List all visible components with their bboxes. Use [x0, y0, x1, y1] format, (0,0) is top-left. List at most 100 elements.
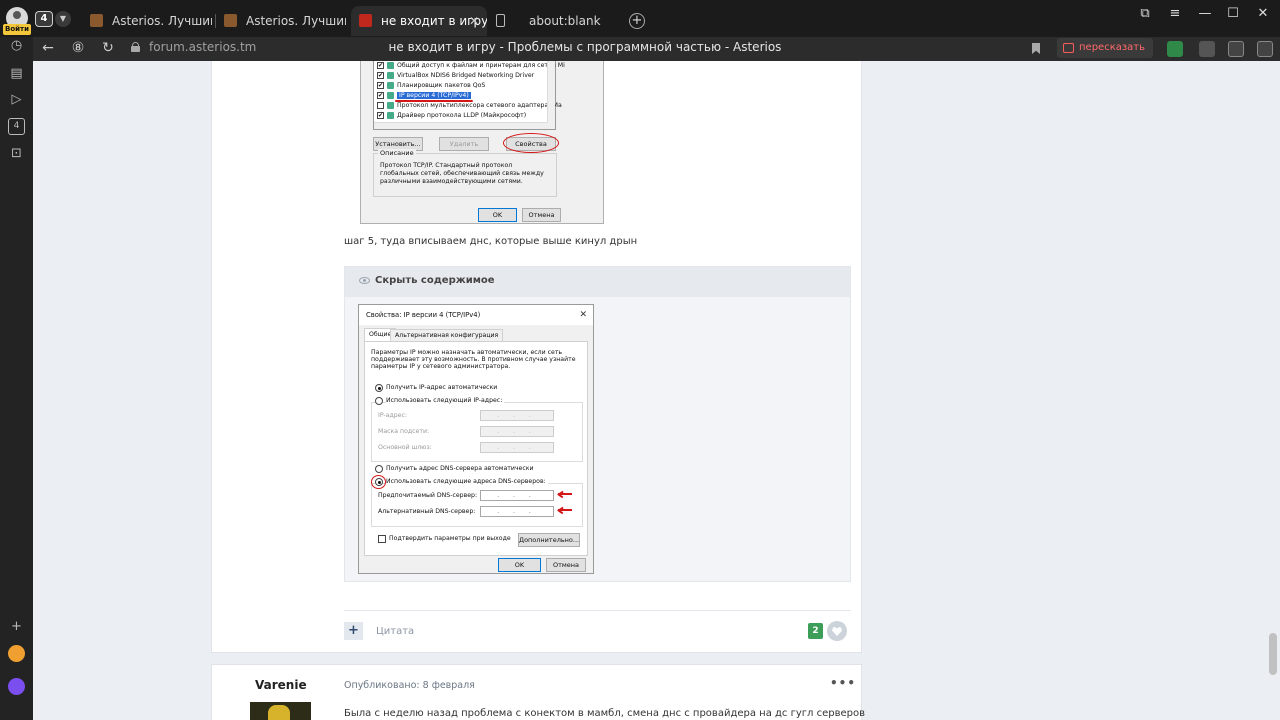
reputation-count: 2	[808, 623, 823, 639]
cancel-button: Отмена	[546, 558, 586, 572]
chevron-down-icon[interactable]: ▼	[55, 11, 71, 27]
page-scrollbar[interactable]	[1266, 61, 1280, 720]
forum-favicon-icon	[359, 14, 372, 27]
login-badge[interactable]: Войти	[3, 24, 31, 35]
tab-label: Asterios. Лучший игровой	[246, 14, 346, 28]
subnet-mask-field: . . .	[480, 426, 554, 437]
gateway-label: Основной шлюз:	[378, 444, 432, 451]
page-viewport: ✔ Общий доступ к файлам и принтерам для с…	[33, 61, 1266, 720]
preferred-dns-field: . . .	[480, 490, 554, 501]
history-icon[interactable]: ◷	[8, 37, 25, 54]
red-arrow-annotation	[557, 490, 572, 498]
page-title: не входит в игру - Проблемы с программно…	[388, 40, 782, 54]
radio-manual-ip	[375, 397, 383, 405]
spoiler-toggle[interactable]: Скрыть содержимое	[345, 267, 850, 297]
alice-assistant-icon[interactable]	[8, 678, 25, 695]
downloads-icon[interactable]	[1257, 41, 1273, 57]
new-tab-button[interactable]: +	[629, 13, 645, 29]
menu-icon[interactable]: ≡	[1163, 4, 1187, 24]
validate-checkbox	[378, 535, 386, 543]
description-text: Протокол TCP/IP. Стандартный протокол гл…	[380, 162, 544, 185]
tab-asterios-2[interactable]: Asterios. Лучший игровой	[216, 6, 346, 36]
tab-label: about:blank	[529, 14, 601, 28]
maximize-icon[interactable]: ☐	[1221, 4, 1245, 24]
list-item: ✔ Планировщик пакетов QoS	[377, 81, 486, 89]
red-arrow-annotation	[557, 506, 572, 514]
red-annotation-circle	[371, 475, 386, 489]
tab-bar: Войти 4 ▼ Asterios. Лучший игровой Aster…	[0, 0, 1280, 37]
alternate-dns-label: Альтернативный DNS-сервер:	[378, 508, 476, 515]
components-list: ✔ Общий доступ к файлам и принтерам для с…	[373, 61, 565, 130]
retell-icon	[1063, 43, 1074, 53]
list-hscrollbar	[374, 122, 548, 129]
ok-button: OK	[478, 208, 517, 222]
collections-icon[interactable]: ⧉	[1133, 4, 1157, 24]
ok-button: OK	[498, 558, 541, 572]
post-menu-button[interactable]: •••	[830, 676, 856, 690]
list-scrollbar	[547, 61, 555, 129]
blank-page-icon	[496, 14, 505, 27]
adblock-extension-icon[interactable]	[1167, 41, 1183, 57]
quote-button[interactable]: Цитата	[376, 626, 414, 637]
advanced-button: Дополнительно...	[518, 533, 580, 547]
auto-dns-label: Получить адрес DNS-сервера автоматически	[386, 465, 534, 472]
gateway-field: . . .	[480, 442, 554, 453]
list-item: ✔ VirtualBox NDIS6 Bridged Networking Dri…	[377, 71, 535, 79]
radio-auto-dns	[375, 465, 383, 473]
post-meta: Опубликовано: 8 февраля	[344, 680, 475, 691]
close-window-icon[interactable]: ✕	[1251, 4, 1275, 24]
scrollbar-thumb[interactable]	[1269, 633, 1277, 675]
manual-dns-label: Использовать следующие адреса DNS-сервер…	[386, 478, 548, 485]
screenshot-icon[interactable]: ⊡	[8, 145, 25, 162]
tab-count-button[interactable]: 4	[35, 11, 53, 27]
list-item: Протокол мультиплексора сетевого адаптер…	[377, 101, 562, 111]
validate-label: Подтвердить параметры при выходе	[389, 535, 511, 542]
multiquote-button[interactable]: +	[344, 622, 363, 640]
retell-label: пересказать	[1079, 42, 1146, 53]
heart-icon	[832, 627, 842, 636]
tab-label: Asterios. Лучший игровой	[112, 14, 212, 28]
reader-icon[interactable]	[1228, 41, 1244, 57]
list-item: ✔ Общий доступ к файлам и принтерам для с…	[377, 61, 565, 69]
author-name[interactable]: Varenie	[255, 678, 307, 692]
collections-sidebar-icon[interactable]: ▤	[8, 65, 25, 82]
tab-count-sidebar-icon[interactable]: 4	[8, 118, 25, 135]
post-divider	[344, 610, 851, 611]
description-group: Описание Протокол TCP/IP. Стандартный пр…	[373, 149, 557, 197]
tab-asterios-1[interactable]: Asterios. Лучший игровой	[82, 6, 212, 36]
dialog-title: Свойства: IP версии 4 (TCP/IPv4)	[366, 311, 481, 319]
remove-button: Удалить	[439, 137, 489, 151]
post-text-next: Была с неделю назад проблема с конектом …	[344, 708, 866, 719]
avatar[interactable]	[250, 702, 311, 720]
alternate-dns-field: . . .	[480, 506, 554, 517]
ip-address-field: . . .	[480, 410, 554, 421]
play-icon[interactable]: ▷	[8, 91, 25, 108]
ipv4-properties-screenshot: Свойства: IP версии 4 (TCP/IPv4) ✕ Общие…	[358, 304, 594, 574]
intro-text: Параметры IP можно назначать автоматичес…	[371, 349, 576, 370]
manual-ip-label: Использовать следующий IP-адрес:	[386, 397, 505, 404]
like-button[interactable]	[827, 621, 847, 641]
yandex-games-icon[interactable]	[8, 645, 25, 662]
asterios-favicon-icon	[90, 14, 103, 27]
network-properties-screenshot: ✔ Общий доступ к файлам и принтерам для с…	[360, 61, 604, 224]
post-text: шаг 5, туда вписываем днс, которые выше …	[344, 236, 638, 247]
cancel-button: Отмена	[522, 208, 561, 222]
tab-forum-active[interactable]: не входит в игру - Проб ✕	[351, 6, 487, 36]
auto-ip-label: Получить IP-адрес автоматически	[386, 384, 498, 391]
tab-about-blank[interactable]: about:blank	[487, 6, 617, 36]
address-bar: ← ⑧ ↻ forum.asterios.tm не входит в игру…	[0, 37, 1280, 61]
red-annotation-circle	[503, 133, 559, 153]
add-icon[interactable]: +	[8, 618, 25, 635]
list-item: ✔ Драйвер протокола LLDP (Майкрософт)	[377, 111, 527, 119]
minimize-icon[interactable]: —	[1193, 4, 1217, 24]
browser-sidebar: ◷ ▤ ▷ 4 ⊡ +	[0, 37, 33, 720]
retell-button[interactable]: пересказать	[1057, 38, 1154, 58]
description-caption: Описание	[378, 149, 416, 157]
dialog-titlebar: Свойства: IP версии 4 (TCP/IPv4) ✕	[359, 305, 593, 325]
extension-icon[interactable]	[1199, 41, 1215, 57]
ip-address-label: IP-адрес:	[378, 412, 407, 419]
eye-icon	[359, 277, 370, 284]
spoiler-title: Скрыть содержимое	[375, 275, 495, 286]
close-tab-icon[interactable]: ✕	[469, 6, 479, 36]
preferred-dns-label: Предпочитаемый DNS-сервер:	[378, 492, 478, 499]
